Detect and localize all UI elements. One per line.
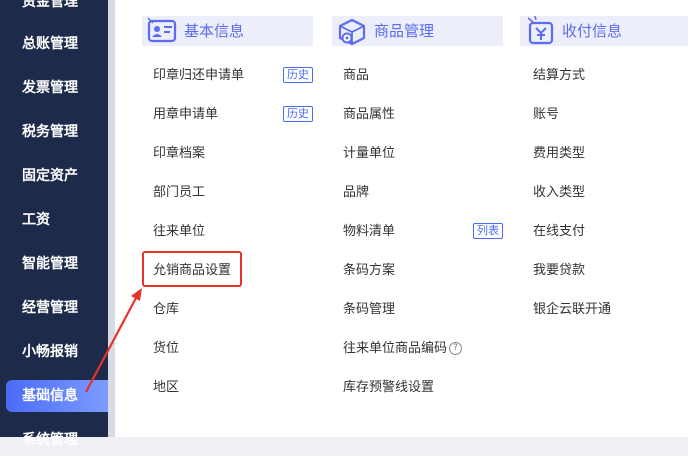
menu-item-expense-type[interactable]: 费用类型: [533, 145, 585, 163]
history-tag[interactable]: 历史: [283, 67, 313, 83]
divider: [108, 0, 115, 437]
menu-item-trading-partners[interactable]: 往来单位: [153, 223, 205, 241]
sidebar-item-salary[interactable]: 工资: [0, 204, 108, 236]
annotation-highlight-box: [142, 251, 242, 287]
menu-item-settlement-method[interactable]: 结算方式: [533, 67, 585, 85]
menu-item-account[interactable]: 账号: [533, 106, 559, 124]
menu-item-brand[interactable]: 品牌: [343, 184, 369, 202]
menu-item-label: 往来单位商品编码: [343, 341, 448, 356]
menu-item-seal-return-request[interactable]: 印章归还申请单: [153, 67, 244, 85]
sidebar-nav: 资金管理 总账管理 发票管理 税务管理 固定资产 工资 智能管理 经营管理 小畅…: [0, 0, 108, 448]
menu-item-barcode-management[interactable]: 条码管理: [343, 301, 395, 319]
sidebar-item-general-ledger[interactable]: 总账管理: [0, 28, 108, 60]
sidebar-item-expense[interactable]: 小畅报销: [0, 336, 108, 368]
sidebar-item-system[interactable]: 系统管理: [0, 424, 108, 456]
sidebar-item-invoice[interactable]: 发票管理: [0, 72, 108, 104]
sidebar-item-smart[interactable]: 智能管理: [0, 248, 108, 280]
menu-item-online-payment[interactable]: 在线支付: [533, 223, 585, 241]
menu-item-measure-unit[interactable]: 计量单位: [343, 145, 395, 163]
sidebar-item-operations[interactable]: 经营管理: [0, 292, 108, 324]
menu-item-bill-of-materials[interactable]: 物料清单: [343, 223, 395, 241]
menu-item-partner-goods-code[interactable]: 往来单位商品编码?: [343, 340, 463, 358]
section-header-basic-info: 基本信息: [142, 16, 313, 46]
id-card-icon: [147, 17, 177, 43]
section-title: 收付信息: [562, 22, 623, 40]
help-icon[interactable]: ?: [449, 342, 463, 355]
sidebar-item-fixed-assets[interactable]: 固定资产: [0, 160, 108, 192]
sidebar-item-funds[interactable]: 资金管理: [0, 0, 108, 18]
menu-item-bank-link[interactable]: 银企云联开通: [533, 301, 611, 319]
menu-panel: [115, 0, 688, 437]
menu-item-loan[interactable]: 我要贷款: [533, 262, 585, 280]
sidebar-item-basic-info[interactable]: 基础信息: [6, 380, 108, 412]
payment-icon: [527, 15, 554, 45]
menu-item-seal-archive[interactable]: 印章档案: [153, 145, 205, 163]
menu-item-storage-location[interactable]: 货位: [153, 340, 179, 358]
menu-item-seal-use-request[interactable]: 用章申请单: [153, 106, 218, 124]
history-tag[interactable]: 历史: [283, 106, 313, 122]
menu-item-goods-attributes[interactable]: 商品属性: [343, 106, 395, 124]
menu-item-income-type[interactable]: 收入类型: [533, 184, 585, 202]
box-gear-icon: [338, 18, 366, 46]
menu-item-department-staff[interactable]: 部门员工: [153, 184, 205, 202]
menu-item-warehouse[interactable]: 仓库: [153, 301, 179, 319]
section-header-goods-management: 商品管理: [332, 16, 503, 46]
menu-item-region[interactable]: 地区: [153, 379, 179, 397]
section-header-payment-info: 收付信息: [520, 15, 688, 46]
list-tag[interactable]: 列表: [473, 223, 503, 239]
menu-item-goods[interactable]: 商品: [343, 67, 369, 85]
menu-item-stock-warning-settings[interactable]: 库存预警线设置: [343, 379, 434, 397]
section-title: 基本信息: [184, 22, 245, 40]
sidebar-item-tax[interactable]: 税务管理: [0, 116, 108, 148]
menu-item-barcode-scheme[interactable]: 条码方案: [343, 262, 395, 280]
section-title: 商品管理: [374, 22, 435, 40]
